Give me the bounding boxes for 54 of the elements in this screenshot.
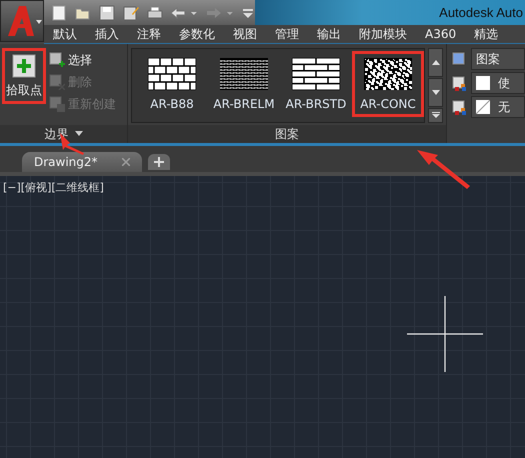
pattern-swatch-button[interactable]: AR-BRSTD [280, 51, 352, 117]
hatch-color-dropdown[interactable]: 使 [471, 72, 525, 94]
hatch-type-icon [451, 51, 467, 67]
gallery-expand-button[interactable] [428, 108, 443, 123]
window-title: Autodesk Auto [439, 5, 524, 20]
panel-title: 图案 [275, 126, 299, 142]
expand-icon [432, 112, 440, 118]
hatch-add-icon [49, 52, 65, 68]
ribbon-tab[interactable]: 注释 [128, 26, 170, 42]
ribbon-tab[interactable]: 输出 [308, 26, 350, 42]
pattern-swatch-button[interactable]: AR-B88 [136, 51, 208, 117]
ribbon-tab[interactable]: 管理 [266, 26, 308, 42]
ribbon-tab[interactable]: A360 [416, 27, 466, 41]
boundary-tool-button[interactable]: 选择 [49, 50, 116, 70]
file-tab[interactable]: Drawing2* [22, 152, 142, 172]
viewport-controls[interactable]: [−][俯视][二维线框] [3, 180, 104, 195]
pattern-type-dropdown[interactable]: 图案 [471, 48, 525, 70]
brick-pattern-icon [220, 58, 268, 90]
field-value: 无 [498, 98, 510, 116]
up-arrow-icon [432, 60, 440, 65]
down-arrow-icon [432, 90, 440, 95]
no-color-swatch-icon [476, 100, 490, 114]
ribbon-tab[interactable]: 插入 [86, 26, 128, 42]
plus-icon [12, 54, 36, 78]
background-color-icon [451, 99, 467, 115]
pattern-swatch-button[interactable]: AR-CONC [352, 51, 424, 117]
save-as-icon[interactable] [122, 4, 140, 22]
brick-pattern-icon [148, 58, 196, 90]
new-file-icon[interactable] [50, 4, 68, 22]
hatch-remove-icon [49, 74, 65, 90]
pattern-swatch-button[interactable]: AR-BRELM [208, 51, 280, 117]
ribbon-tab[interactable]: 参数化 [170, 26, 224, 42]
hatch-color-icon [451, 75, 467, 91]
brick-pattern-icon [292, 58, 340, 90]
drawing-canvas[interactable]: [−][俯视][二维线框] [0, 176, 525, 458]
ribbon-tab[interactable]: 视图 [224, 26, 266, 42]
pointer-arrow [417, 150, 470, 189]
application-menu-button[interactable] [0, 0, 44, 42]
ribbon-tab[interactable]: 精选 [465, 26, 508, 42]
hatch-recreate-icon [49, 96, 65, 112]
scroll-up-button[interactable] [428, 48, 443, 77]
dropdown-arrow-icon[interactable] [74, 131, 82, 137]
ribbon-tab[interactable]: 附加模块 [350, 26, 416, 42]
plus-icon [154, 157, 164, 167]
ribbon-tab[interactable]: 默认 [44, 26, 86, 42]
color-swatch-icon [476, 76, 490, 90]
field-value: 图案 [476, 50, 500, 68]
field-value: 使 [498, 74, 510, 92]
concrete-pattern-icon [364, 58, 412, 90]
save-icon[interactable] [98, 4, 116, 22]
scroll-down-button[interactable] [428, 78, 443, 107]
background-color-dropdown[interactable]: 无 [471, 96, 525, 118]
pick-points-button[interactable]: 拾取点 [2, 48, 46, 104]
new-tab-button[interactable] [148, 154, 170, 170]
